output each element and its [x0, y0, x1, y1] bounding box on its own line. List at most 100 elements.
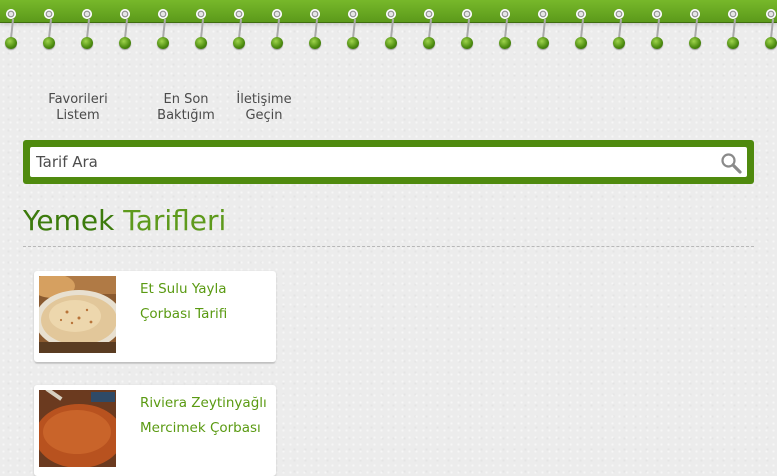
ring-bead [765, 37, 777, 49]
binder-ring-icon [384, 0, 402, 58]
ring-bead [499, 37, 511, 49]
ring-bead [727, 37, 739, 49]
recipe-title[interactable]: Riviera Zeytinyağlı Mercimek Çorbası [140, 391, 274, 441]
ring-eyelet [462, 9, 472, 19]
ring-eyelet [690, 9, 700, 19]
ring-wire [313, 19, 318, 39]
ring-wire [389, 19, 394, 39]
binder-ring-icon [80, 0, 98, 58]
recipe-title-line2: Mercimek Çorbası [140, 420, 261, 436]
binder-ring-icon [270, 0, 288, 58]
binder-ring-icon [156, 0, 174, 58]
recipe-card[interactable]: Riviera Zeytinyağlı Mercimek Çorbası [34, 385, 276, 476]
ring-bead [81, 37, 93, 49]
binder-ring-icon [422, 0, 440, 58]
ring-wire [541, 19, 546, 39]
recipe-title-line2: Çorbası Tarifi [140, 306, 228, 322]
nav-recent-link[interactable]: En Son Baktığım [150, 92, 222, 124]
nav-contact-line1: İletişime [236, 92, 292, 107]
nav-recent-line2: Baktığım [157, 108, 215, 123]
ring-eyelet [158, 9, 168, 19]
ring-bead [5, 37, 17, 49]
ring-wire [275, 19, 280, 39]
binder-ring-icon [650, 0, 668, 58]
page-title-part1: Yemek [23, 204, 115, 237]
ring-bead [423, 37, 435, 49]
binder-ring-icon [232, 0, 250, 58]
ring-wire [769, 19, 774, 39]
ring-wire [9, 19, 14, 39]
ring-wire [693, 19, 698, 39]
ring-bead [575, 37, 587, 49]
ring-eyelet [500, 9, 510, 19]
magnifier-icon[interactable] [720, 152, 742, 174]
nav-contact-link[interactable]: İletişime Geçin [228, 92, 300, 124]
binder-ring-icon [688, 0, 706, 58]
ring-eyelet [120, 9, 130, 19]
ring-eyelet [310, 9, 320, 19]
ring-wire [731, 19, 736, 39]
binder-ring-icon [308, 0, 326, 58]
ring-bead [43, 37, 55, 49]
ring-wire [123, 19, 128, 39]
ring-wire [85, 19, 90, 39]
ring-wire [617, 19, 622, 39]
page-title: Yemek Tarifleri [23, 202, 226, 240]
ring-bead [651, 37, 663, 49]
ring-eyelet [272, 9, 282, 19]
nav-contact-line2: Geçin [245, 108, 283, 123]
ring-bead [271, 37, 283, 49]
recipe-card[interactable]: Et Sulu Yayla Çorbası Tarifi [34, 271, 276, 362]
binder-ring-icon [536, 0, 554, 58]
ring-wire [161, 19, 166, 39]
recipe-title-line1: Riviera Zeytinyağlı [140, 395, 267, 411]
nav-favorites-link[interactable]: Favorileri Listem [42, 92, 114, 124]
ring-bead [385, 37, 397, 49]
recipe-title-line1: Et Sulu Yayla [140, 281, 227, 297]
binder-ring-icon [574, 0, 592, 58]
ring-eyelet [44, 9, 54, 19]
ring-wire [465, 19, 470, 39]
binder-ring-icon [460, 0, 478, 58]
ring-eyelet [728, 9, 738, 19]
binder-ring-icon [194, 0, 212, 58]
nav-recent-line1: En Son [163, 92, 209, 107]
ring-bead [347, 37, 359, 49]
ring-eyelet [6, 9, 16, 19]
binder-ring-icon [42, 0, 60, 58]
binder-ring-icon [726, 0, 744, 58]
binder-ring-icon [764, 0, 777, 58]
binder-ring-icon [612, 0, 630, 58]
ring-wire [351, 19, 356, 39]
ring-wire [579, 19, 584, 39]
ring-eyelet [348, 9, 358, 19]
search-box [23, 140, 754, 184]
ring-wire [237, 19, 242, 39]
ring-eyelet [196, 9, 206, 19]
ring-bead [119, 37, 131, 49]
ring-eyelet [614, 9, 624, 19]
recipe-title[interactable]: Et Sulu Yayla Çorbası Tarifi [140, 277, 274, 327]
ring-eyelet [538, 9, 548, 19]
binder-ring-icon [498, 0, 516, 58]
ring-eyelet [652, 9, 662, 19]
ring-bead [309, 37, 321, 49]
ring-wire [199, 19, 204, 39]
page-title-part2: Tarifleri [123, 204, 227, 237]
nav-favorites-line2: Listem [56, 108, 100, 123]
ring-bead [613, 37, 625, 49]
binder-ring-icon [4, 0, 22, 58]
binder-strip [0, 0, 777, 58]
ring-bead [461, 37, 473, 49]
ring-bead [195, 37, 207, 49]
ring-bead [537, 37, 549, 49]
ring-eyelet [82, 9, 92, 19]
ring-bead [233, 37, 245, 49]
recipe-thumbnail [39, 390, 116, 467]
title-divider [23, 246, 754, 247]
ring-eyelet [424, 9, 434, 19]
search-input[interactable] [30, 147, 747, 177]
ring-wire [503, 19, 508, 39]
binder-ring-icon [118, 0, 136, 58]
ring-eyelet [234, 9, 244, 19]
